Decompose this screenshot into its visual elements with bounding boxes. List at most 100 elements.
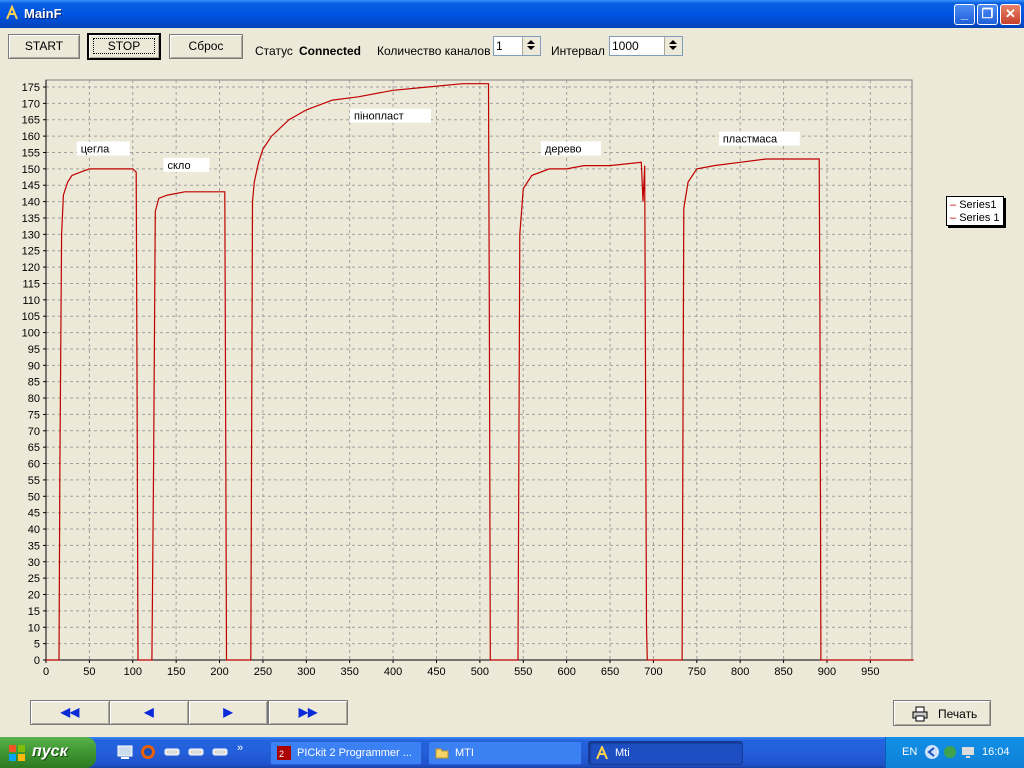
monitor-icon[interactable] <box>960 744 976 760</box>
x-tick-label: 500 <box>471 666 489 678</box>
legend-item: – Series 1 <box>950 212 1000 224</box>
app-icon <box>6 5 18 20</box>
annotation-label: пінопласт <box>354 111 404 123</box>
y-tick-label: 140 <box>22 197 40 209</box>
system-tray: EN 16:04 <box>885 737 1024 768</box>
y-tick-label: 45 <box>28 508 40 520</box>
x-tick-label: 250 <box>254 666 272 678</box>
y-tick-label: 160 <box>22 131 40 143</box>
y-tick-label: 50 <box>28 491 40 503</box>
y-tick-label: 110 <box>22 295 40 307</box>
svg-text:2: 2 <box>279 749 284 759</box>
next-page-button[interactable]: ▶ <box>188 700 268 725</box>
back-arrow-icon[interactable] <box>924 744 940 760</box>
y-tick-label: 135 <box>22 213 40 225</box>
legend-label: Series1 <box>959 199 997 211</box>
x-tick-label: 900 <box>818 666 836 678</box>
print-button[interactable]: Печать <box>893 700 991 726</box>
x-tick-label: 400 <box>384 666 402 678</box>
last-page-button[interactable]: ▶▶ <box>268 700 348 725</box>
taskbar-item[interactable]: Mti <box>588 741 743 765</box>
interval-label: Интервал <box>551 44 605 58</box>
y-tick-label: 125 <box>22 246 40 258</box>
drive-icon[interactable] <box>212 744 228 760</box>
stop-button[interactable]: STOP <box>88 34 160 59</box>
legend-swatch-icon: – <box>950 199 957 211</box>
x-tick-label: 850 <box>774 666 792 678</box>
firefox-icon[interactable] <box>140 744 156 760</box>
taskbar-item[interactable]: 2 PICkit 2 Programmer ... <box>270 741 422 765</box>
network-icon[interactable] <box>942 744 958 760</box>
y-tick-label: 120 <box>22 262 40 274</box>
main-window: MainF _ ❐ ✕ START STOP Сброс Статус Conn… <box>0 0 1024 737</box>
x-tick-label: 350 <box>341 666 359 678</box>
annotation: скло <box>163 157 210 172</box>
y-tick-label: 70 <box>28 426 40 438</box>
annotation: дерево <box>540 141 601 156</box>
title-bar[interactable]: MainF _ ❐ ✕ <box>0 0 1024 28</box>
y-tick-label: 175 <box>22 82 40 94</box>
x-tick-label: 950 <box>861 666 879 678</box>
spin-arrows-icon[interactable] <box>664 37 682 55</box>
minimize-button[interactable]: _ <box>954 4 975 25</box>
maximize-button[interactable]: ❐ <box>977 4 998 25</box>
chart-legend: – Series1 – Series 1 <box>946 196 1004 226</box>
app-icon <box>596 746 608 760</box>
first-page-button[interactable]: ◀◀ <box>30 700 110 725</box>
y-tick-label: 20 <box>28 590 40 602</box>
y-tick-label: 25 <box>28 573 40 585</box>
clock: 16:04 <box>982 746 1010 758</box>
interval-value: 1000 <box>612 39 639 53</box>
chart-panel: 0 5 10 15 20 25 30 35 40 45 50 55 60 65 70 75 80 85 90 95 10… <box>4 66 1020 688</box>
drive-icon[interactable] <box>164 744 180 760</box>
x-tick-label: 100 <box>124 666 142 678</box>
start-menu-button[interactable]: пуск <box>0 737 96 768</box>
y-tick-label: 170 <box>22 98 40 110</box>
annotation: пінопласт <box>350 108 432 123</box>
next-icon: ▶ <box>223 705 233 719</box>
y-tick-label: 35 <box>28 540 40 552</box>
start-button[interactable]: START <box>8 34 80 59</box>
taskbar-item-label: MTI <box>455 747 474 759</box>
y-tick-label: 65 <box>28 442 40 454</box>
y-tick-label: 105 <box>22 311 40 323</box>
x-tick-label: 300 <box>297 666 315 678</box>
x-tick-label: 600 <box>557 666 575 678</box>
x-tick-label: 550 <box>514 666 532 678</box>
language-indicator[interactable]: EN <box>902 746 917 758</box>
show-desktop-icon[interactable] <box>117 744 133 760</box>
printer-icon <box>912 706 928 722</box>
y-tick-label: 145 <box>22 180 40 192</box>
y-tick-label: 0 <box>34 655 40 667</box>
y-tick-label: 115 <box>22 278 40 290</box>
y-tick-label: 80 <box>28 393 40 405</box>
y-tick-label: 130 <box>22 229 40 241</box>
y-tick-label: 100 <box>22 328 40 340</box>
y-tick-label: 95 <box>28 344 40 356</box>
reset-button[interactable]: Сброс <box>169 34 243 59</box>
y-tick-label: 165 <box>22 115 40 127</box>
drive-icon[interactable] <box>188 744 204 760</box>
interval-spinner[interactable]: 1000 <box>609 36 683 56</box>
first-icon: ◀◀ <box>60 705 80 719</box>
x-tick-label: 50 <box>83 666 95 678</box>
x-tick-label: 750 <box>688 666 706 678</box>
channels-value: 1 <box>496 39 503 53</box>
x-tick-label: 0 <box>43 666 49 678</box>
prev-icon: ◀ <box>144 705 154 719</box>
taskbar-item[interactable]: MTI <box>428 741 582 765</box>
spin-arrows-icon[interactable] <box>522 37 540 55</box>
print-label: Печать <box>938 707 978 721</box>
legend-label: Series 1 <box>959 212 1000 224</box>
taskbar-item-label: Mti <box>615 747 630 759</box>
close-button[interactable]: ✕ <box>1000 4 1021 25</box>
y-tick-label: 10 <box>28 622 40 634</box>
annotation-label: скло <box>167 160 190 172</box>
minimize-icon: _ <box>960 6 969 21</box>
prev-page-button[interactable]: ◀ <box>109 700 189 725</box>
start-label: пуск <box>32 743 68 760</box>
chevron-more-icon[interactable]: » <box>237 742 243 754</box>
channels-spinner[interactable]: 1 <box>493 36 541 56</box>
annotation-label: пластмаса <box>723 134 778 146</box>
annotation: пластмаса <box>718 131 800 146</box>
